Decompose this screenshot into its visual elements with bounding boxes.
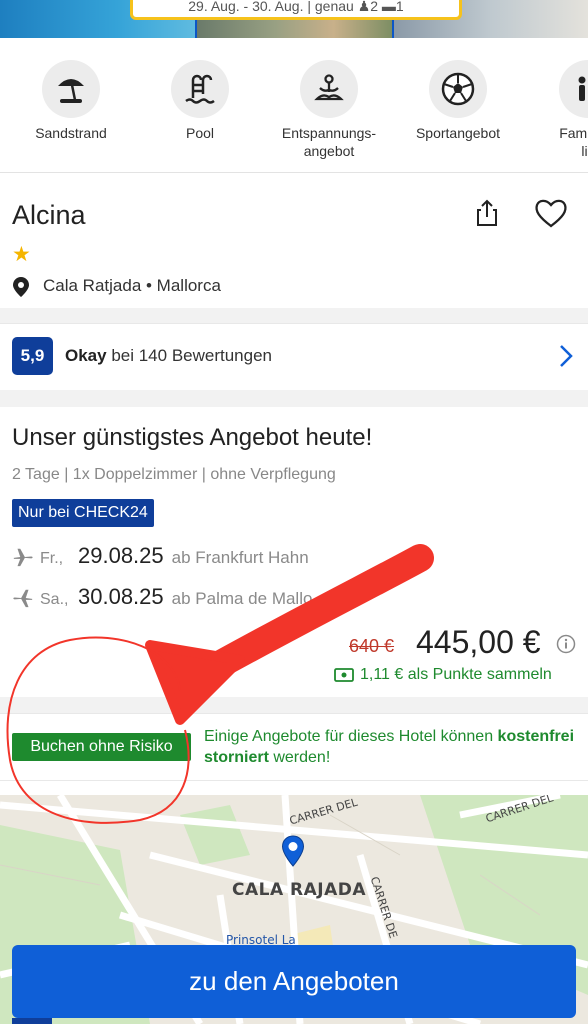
amenity-label: Familien- lic xyxy=(559,125,588,159)
points-info: 1,11 € als Punkte sammeln xyxy=(334,666,552,684)
amenity-label: Sandstrand xyxy=(35,125,107,141)
rating-score-badge: 5,9 xyxy=(12,337,53,375)
offer-title: Unser günstigstes Angebot heute! xyxy=(12,424,373,451)
amenity-label: Sportangebot xyxy=(415,125,501,141)
points-ticket-icon xyxy=(334,668,354,682)
amenity-sandstrand: Sandstrand xyxy=(11,60,131,142)
amenity-familie: Familien- lic xyxy=(528,60,588,160)
rating-summary: Okay bei 140 Bewertungen xyxy=(65,346,272,366)
info-icon[interactable] xyxy=(556,634,576,654)
family-icon xyxy=(559,60,588,118)
flight-day: Sa., xyxy=(40,591,69,608)
flight-date: 30.08.25 xyxy=(78,584,164,609)
amenity-sport: Sportangebot xyxy=(398,60,518,142)
section-divider xyxy=(0,697,588,713)
star-icon: ★ xyxy=(12,243,31,266)
flight-airport: ab Palma de Mallo xyxy=(171,589,313,608)
points-text: 1,11 € als Punkte sammeln xyxy=(360,666,552,683)
location-pin-icon xyxy=(13,277,29,297)
hotel-name: Alcina xyxy=(12,200,86,230)
plane-departure-icon xyxy=(13,548,33,567)
outbound-flight: Fr., 29.08.25 ab Frankfurt Hahn xyxy=(12,543,309,571)
share-icon[interactable] xyxy=(472,198,502,228)
section-divider xyxy=(0,390,588,407)
return-flight: Sa., 30.08.25 ab Palma de Mallo xyxy=(12,584,312,612)
offer-details: 2 Tage | 1x Doppelzimmer | ohne Verpfleg… xyxy=(12,466,336,483)
risk-free-badge: Buchen ohne Risiko xyxy=(12,733,191,761)
header-photo-strip: 29. Aug. - 30. Aug. | genau ♟2 ▬1 xyxy=(0,0,588,38)
pool-ladder-icon xyxy=(171,60,229,118)
soccer-ball-icon xyxy=(429,60,487,118)
amenity-pool: Pool xyxy=(140,60,260,142)
flight-airport: ab Frankfurt Hahn xyxy=(171,548,309,567)
rating-label: Okay xyxy=(65,346,107,365)
risk-text-suffix: werden! xyxy=(268,749,331,766)
amenity-label: Entspannungs- angebot xyxy=(281,125,377,159)
amenity-label: Pool xyxy=(185,125,215,141)
heart-icon[interactable] xyxy=(533,197,569,229)
offer-price: 445,00 € xyxy=(416,624,541,660)
risk-text-prefix: Einige Angebote für dieses Hotel können xyxy=(204,728,498,745)
map-town-label: CALA RAJADA xyxy=(232,880,367,900)
chevron-right-icon[interactable] xyxy=(559,344,573,368)
beach-umbrella-icon xyxy=(42,60,100,118)
section-divider xyxy=(0,308,588,323)
exclusive-badge: Nur bei CHECK24 xyxy=(12,499,154,527)
meditation-icon xyxy=(300,60,358,118)
bottom-tab-indicator xyxy=(12,1018,52,1024)
flight-day: Fr., xyxy=(40,550,64,567)
flight-date: 29.08.25 xyxy=(78,543,164,568)
old-price: 640 € xyxy=(349,636,395,656)
risk-free-text: Einige Angebote für dieses Hotel können … xyxy=(204,726,580,768)
search-summary[interactable]: 29. Aug. - 30. Aug. | genau ♟2 ▬1 xyxy=(130,0,462,20)
amenity-entspannung: Entspannungs- angebot xyxy=(269,60,389,160)
plane-return-icon xyxy=(13,589,33,608)
map-pin-icon[interactable] xyxy=(281,835,305,867)
rating-review-count: bei 140 Bewertungen xyxy=(106,346,272,365)
view-offers-button[interactable]: zu den Angeboten xyxy=(12,945,576,1018)
amenities-row: Sandstrand Pool Entspannungs- angebot Sp… xyxy=(0,38,588,173)
hotel-location[interactable]: Cala Ratjada • Mallorca xyxy=(43,276,221,296)
